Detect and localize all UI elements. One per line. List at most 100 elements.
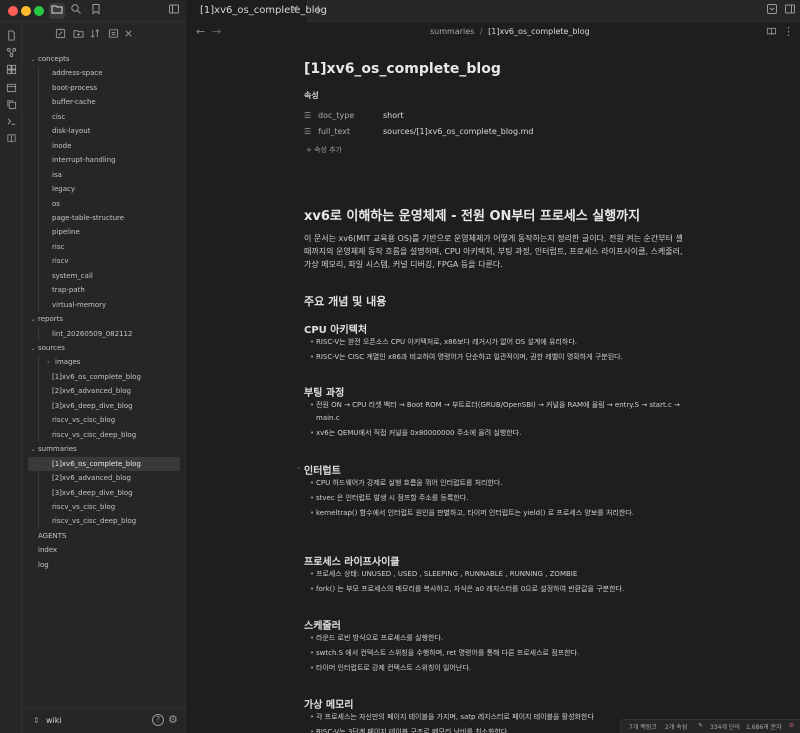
file-lint-20260509-082112[interactable]: lint_20260509_082112 [28,327,180,341]
file-3-xv6-deep-dive-blog[interactable]: [3]xv6_deep_dive_blog [28,486,180,500]
property-key[interactable]: doc_type [318,109,354,123]
file-disk-layout[interactable]: disk-layout [28,124,180,138]
backlinks-count[interactable]: 7개 백링크 [629,722,657,731]
chevron-updown-icon[interactable]: ⇕ [33,716,40,725]
file-log[interactable]: log [28,558,180,572]
file-3-xv6-deep-dive-blog[interactable]: [3]xv6_deep_dive_blog [28,399,180,413]
folder-sources[interactable]: ⌄ sources [28,341,180,355]
forward-arrow-icon[interactable]: → [212,25,221,38]
file-virtual-memory[interactable]: virtual-memory [28,298,180,312]
list-item[interactable]: • 타이머 인터럽트로 강제 컨텍스트 스위칭이 일어난다. [310,662,692,675]
new-folder-icon[interactable] [71,28,85,42]
file-risc[interactable]: risc [28,240,180,254]
folder-images[interactable]: › images [28,355,180,369]
list-item[interactable]: • fork() 는 부모 프로세스의 메모리를 복사하고, 자식은 a0 레지스… [310,583,692,596]
close-icon[interactable] [121,28,135,42]
file-cisc[interactable]: cisc [28,110,180,124]
property-value[interactable]: sources/[1]xv6_os_complete_blog.md [383,125,533,139]
list-item[interactable]: • swtch.S 에서 컨텍스트 스위칭을 수행하며, ret 명령어를 통해 … [310,647,692,660]
list-item[interactable]: • kerneltrap() 함수에서 인터럽트 원인을 판별하고, 타이머 인터… [310,507,692,520]
file-icon[interactable] [3,30,19,46]
property-value[interactable]: short [383,109,404,123]
file-address-space[interactable]: address-space [28,66,180,80]
right-sidebar-toggle-icon[interactable] [782,3,798,19]
page-title[interactable]: [1]xv6_os_complete_blog [304,61,501,77]
file-legacy[interactable]: legacy [28,182,180,196]
tab-close-icon[interactable]: ✕ [291,4,299,15]
list-item[interactable]: • 프로세스 상태: UNUSED , USED , SLEEPING , RUN… [310,568,692,581]
canvas-icon[interactable] [3,64,19,80]
sort-icon[interactable] [88,28,102,42]
new-tab-icon[interactable]: + [313,3,324,18]
section-heading[interactable]: CPU 아키텍처 [304,321,367,336]
file-index[interactable]: index [28,543,180,557]
tab-current-note[interactable]: [1]xv6_os_complete_blog ✕ [186,0,327,22]
file-agents[interactable]: AGENTS [28,529,180,543]
terminal-icon[interactable] [3,116,19,132]
collapse-icon[interactable] [106,28,120,42]
sync-status-icon[interactable]: ⊘ [789,722,794,729]
section-heading[interactable]: 가상 메모리 [304,696,353,711]
close-window-button[interactable] [8,6,18,16]
file-inode[interactable]: inode [28,139,180,153]
list-item[interactable]: • xv6는 QEMU에서 직접 커널을 0x80000000 주소에 올려 실행… [310,427,692,440]
list-item[interactable]: • RISC-V는 CISC 계열인 x86과 비교하여 명령어가 단순하고 일관… [310,351,692,364]
list-item[interactable]: • RISC-V는 완전 오픈소스 CPU 아키텍처로, x86보다 레거시가 없… [310,336,692,349]
heading-main[interactable]: xv6로 이해하는 운영체제 - 전원 ON부터 프로세스 실행까지 [304,205,640,224]
copy-icon[interactable] [3,99,19,115]
file-1-xv6-os-complete-blog[interactable]: [1]xv6_os_complete_blog [28,456,180,471]
section-heading[interactable]: 부팅 과정 [304,384,344,399]
property-doc-type[interactable]: ☰ doc_type short [304,109,696,123]
vault-switcher[interactable]: ⇕ wiki ? ⚙ [22,707,186,733]
file-pipeline[interactable]: pipeline [28,225,180,239]
bookmark-icon[interactable] [88,3,104,19]
calendar-icon[interactable] [3,82,19,98]
file-interrupt-handling[interactable]: interrupt-handling [28,153,180,167]
graph-icon[interactable] [3,47,19,63]
property-full-text[interactable]: ☰ full_text sources/[1]xv6_os_complete_b… [304,125,696,139]
file-riscv-vs-cisc-blog[interactable]: riscv_vs_cisc_blog [28,500,180,514]
properties-heading[interactable]: 속성 [304,90,319,101]
file-page-table-structure[interactable]: page-table-structure [28,211,180,225]
pencil-icon[interactable]: ✎ [698,722,703,729]
list-item[interactable]: • 전원 ON → CPU 리셋 벡터 → Boot ROM → 부트로더(GRU… [310,399,692,425]
chevron-down-icon[interactable]: ⌄ [30,312,36,326]
chevron-down-icon[interactable]: ⌄ [30,341,36,355]
help-icon[interactable]: ? [152,714,164,726]
properties-count[interactable]: 2개 속성 [665,722,687,731]
reading-view-icon[interactable] [766,26,777,40]
file-trap-path[interactable]: trap-path [28,283,180,297]
section-heading[interactable]: 프로세스 라이프사이클 [304,553,399,568]
folder-reports[interactable]: ⌄ reports [28,312,180,326]
file-buffer-cache[interactable]: buffer-cache [28,95,180,109]
folder-concepts[interactable]: ⌄ concepts [28,52,180,66]
heading-concepts[interactable]: 주요 개념 및 내용 [304,293,386,309]
vault-name[interactable]: wiki [46,716,62,725]
folder-summaries[interactable]: ⌄ summaries [28,442,180,456]
list-item[interactable]: • stvec 은 인터럽트 발생 시 점프할 주소를 등록한다. [310,492,692,505]
file-riscv-vs-cisc-blog[interactable]: riscv_vs_cisc_blog [28,413,180,427]
list-item[interactable]: • 라운드 로빈 방식으로 프로세스를 실행한다. [310,632,692,645]
file-riscv-vs-cisc-deep-blog[interactable]: riscv_vs_cisc_deep_blog [28,428,180,442]
back-arrow-icon[interactable]: ← [196,25,205,38]
file-1-xv6-os-complete-blog[interactable]: [1]xv6_os_complete_blog [28,370,180,384]
zoom-window-button[interactable] [34,6,44,16]
fold-chevron-icon[interactable]: ⌄ [296,464,301,471]
file-2-xv6-advanced-blog[interactable]: [2]xv6_advanced_blog [28,471,180,485]
gear-icon[interactable]: ⚙ [168,713,178,726]
folder-icon[interactable] [49,3,65,19]
file-os[interactable]: os [28,197,180,211]
property-key[interactable]: full_text [318,125,350,139]
section-heading[interactable]: 스케줄러 [304,617,341,632]
chevron-down-icon[interactable]: ⌄ [30,442,36,456]
file-riscv-vs-cisc-deep-blog[interactable]: riscv_vs_cisc_deep_blog [28,514,180,528]
sidebar-toggle-icon[interactable] [166,3,182,19]
file-boot-process[interactable]: boot-process [28,81,180,95]
intro-paragraph[interactable]: 이 문서는 xv6(MIT 교육용 OS)를 기반으로 운영체제가 어떻게 동작… [304,232,690,271]
file-riscv[interactable]: riscv [28,254,180,268]
file-isa[interactable]: isa [28,168,180,182]
add-property-button[interactable]: + 속성 추가 [306,145,342,155]
tab-list-icon[interactable] [764,3,780,19]
more-options-icon[interactable]: ⋮ [783,25,794,38]
file-system-call[interactable]: system_call [28,269,180,283]
